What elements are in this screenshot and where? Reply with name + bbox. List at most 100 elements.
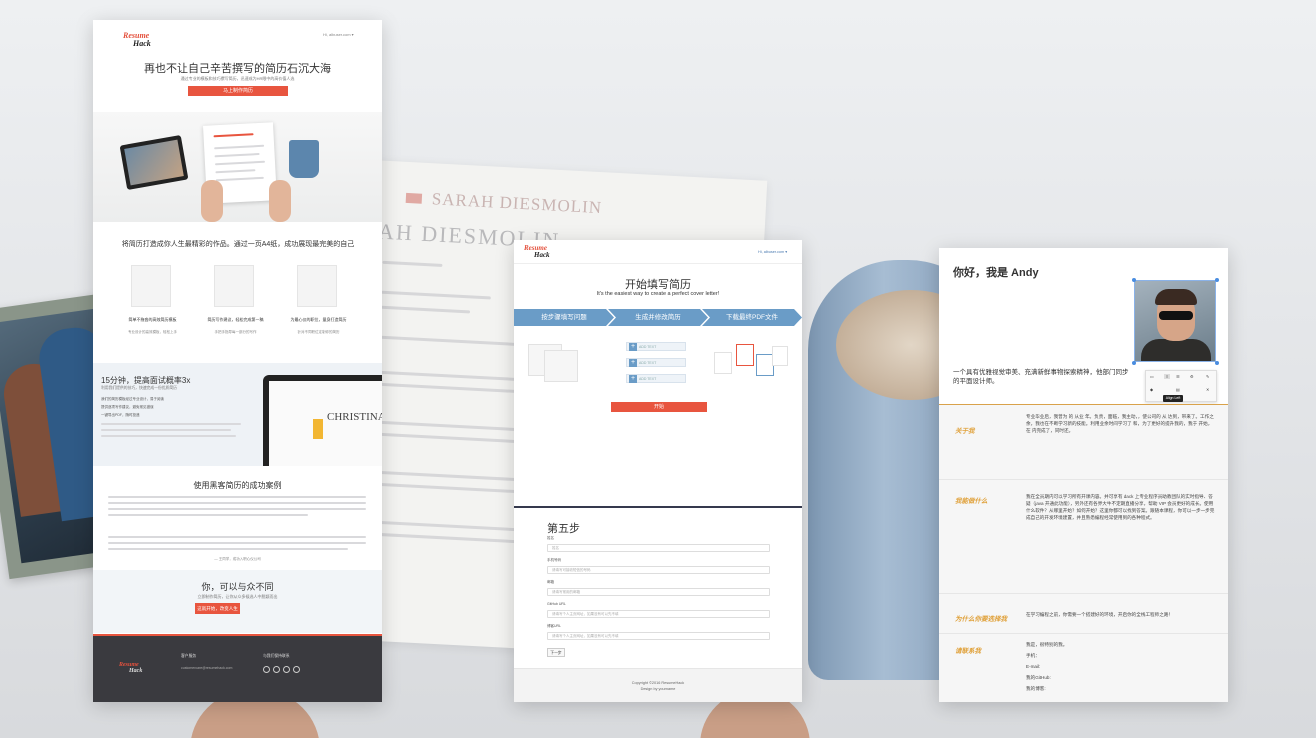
text-line [108, 496, 366, 498]
section-label-contact[interactable]: 请联系我 [955, 645, 981, 655]
hand-illustration [269, 180, 291, 222]
social-icon[interactable] [283, 666, 290, 673]
resize-handle[interactable] [1132, 278, 1136, 282]
paper-line [380, 305, 471, 314]
align-center-icon[interactable]: ☰ [1176, 374, 1180, 379]
resume-tagline[interactable]: 一个具有优雅视觉审美、充满新鲜事物探索精神，他部门同步 的平面设计师。 [953, 368, 1133, 386]
section-label-skills[interactable]: 我能做什么 [955, 495, 988, 505]
text-line [108, 536, 366, 538]
section-label-about[interactable]: 关于我 [955, 425, 975, 435]
text-line [108, 548, 348, 550]
speed-subtitle: 利用我们提供的技巧，快速完成一份优质简历 [101, 386, 177, 390]
crop-icon[interactable]: ▭ [1150, 374, 1154, 379]
landing-page-panel: Resume Hack Hi, albuser.com ▾ 再也不让自己辛苦撰写… [93, 20, 382, 702]
text-line [108, 508, 366, 510]
section-label-why-me[interactable]: 为什么你要选择我 [955, 613, 1007, 623]
speed-title: 15分钟，提高面试概率3x [101, 376, 191, 385]
text-line [101, 429, 231, 431]
builder-title: 开始填写简历 [625, 279, 691, 291]
pdf-file-icon [714, 352, 732, 374]
footer-logo[interactable]: Resume Hack [119, 662, 142, 674]
align-icon[interactable]: ▤ [1176, 387, 1180, 392]
paper-line [215, 176, 264, 182]
resume-builder-panel: Resume Hack Hi, albuser.com ▾ 开始填写简历 It'… [514, 240, 802, 702]
step5-title: 第五步 [547, 523, 580, 535]
contact-line[interactable]: 我是，很特别的我。 [1026, 641, 1216, 648]
align-tooltip: Align Left [1163, 395, 1183, 402]
hero-title: 再也不让自己辛苦撰写的简历石沉大海 [144, 63, 331, 75]
add-text-row: ADD TEXT [626, 342, 686, 351]
text-line [108, 514, 308, 516]
field-label-blog: 博客URL [547, 624, 562, 628]
github-url-field[interactable]: 请填写个人主页网址，如果没有可以先不填 [547, 610, 770, 618]
email-field[interactable]: 请填写常用的邮箱 [547, 588, 770, 596]
hero-subtitle: 通过专业的模板和技巧撰写简历，迅速成为HR眼中的高价值人选 [180, 76, 295, 81]
paper-line [382, 260, 443, 267]
success-quote: — 王同学，成功入职心仪公司 [214, 557, 261, 561]
settings-icon[interactable]: ◆ [1150, 387, 1153, 392]
blog-url-field[interactable]: 请填写个人主页网址，如果没有可以先不填 [547, 632, 770, 640]
resume-sections: 关于我 专业毕业后，我曾为 的 从业 年。负责，面临，我主动，，使公司的 从 达… [939, 404, 1228, 702]
align-left-icon[interactable]: ≡ [1164, 374, 1171, 379]
cta-section: 你，可以与众不同 立即制作简历，让你从众多候选人中脱颖而出 这就开始，改变人生 [93, 570, 382, 633]
step-3: 下载最终PDF文件 [702, 309, 802, 326]
resize-handle[interactable] [1215, 278, 1219, 282]
step5-form: 第五步 姓名 姓名 手机号码 请填写可接收短信的号码 邮箱 请填写常用的邮箱 G… [514, 506, 802, 668]
resize-handle[interactable] [1215, 361, 1219, 365]
paper-line [214, 160, 266, 166]
name-field[interactable]: 姓名 [547, 544, 770, 552]
laptop-resume-accent [313, 419, 323, 439]
site-logo[interactable]: Resume Hack [524, 245, 550, 259]
create-resume-button[interactable]: 马上制作简历 [188, 86, 288, 96]
feature-thumbnail [297, 265, 337, 307]
step-1: 按步骤填写问题 [514, 309, 614, 326]
user-menu[interactable]: Hi, albuser.com ▾ [323, 32, 354, 37]
cta-button[interactable]: 这就开始，改变人生 [195, 603, 240, 614]
success-cases-section: 使用黑客简历的成功案例 — 王同学，成功入职心仪公司 [93, 466, 382, 570]
footer-contact-title: 客户服务 [181, 654, 197, 658]
social-icon[interactable] [293, 666, 300, 673]
paper-line [214, 152, 260, 158]
footer-social-title: 与我们保持联系 [263, 654, 290, 658]
site-logo[interactable]: Resume Hack [123, 32, 151, 48]
cta-subtitle: 立即制作简历，让你从众多候选人中脱颖而出 [197, 594, 278, 599]
text-line [108, 542, 366, 544]
step-2: 生成并修改简历 [608, 309, 708, 326]
section-text-skills[interactable]: 我在全员期内可以学习所有开课内容。并可享有 dack 上专业程序员助教团队的实时… [1026, 493, 1216, 521]
feature-title: 简单不拖沓的高效简历模板 [128, 317, 177, 322]
social-icon[interactable] [273, 666, 280, 673]
feature-title: 为最心仪的职位，量身打造简历 [290, 317, 347, 322]
contact-line[interactable]: 我的GitHub: [1026, 674, 1216, 681]
resize-handle[interactable] [1132, 361, 1136, 365]
gear-icon[interactable]: ⚙ [1190, 374, 1194, 379]
resume-greeting[interactable]: 你好，我是 Andy [953, 264, 1039, 280]
phone-field[interactable]: 请填写可接收短信的号码 [547, 566, 770, 574]
next-button[interactable]: 下一步 [547, 648, 565, 657]
section-text-why-me[interactable]: 在学习编程之前，你需要一个搭建好的环境，开启你的全栈工程师之路！ [1026, 611, 1216, 618]
footer-contact-email[interactable]: customercare@resumehack.com [181, 666, 232, 670]
photo-jacket [1141, 339, 1211, 361]
paper-header: SARAH DIESMOLIN [405, 188, 602, 218]
add-text-row: ADD TEXT [626, 374, 686, 383]
contact-line[interactable]: 我的博客: [1026, 685, 1216, 692]
remove-icon[interactable]: ✕ [1206, 387, 1209, 392]
logo-text-sub: Hack [129, 668, 143, 674]
cta-title: 你，可以与众不同 [201, 582, 274, 592]
section-divider [939, 479, 1228, 480]
contact-line[interactable]: E-mail: [1026, 663, 1216, 670]
field-label-phone: 手机号码 [547, 558, 561, 562]
step-progress: 按步骤填写问题 生成并修改简历 下载最终PDF文件 [514, 309, 802, 326]
start-button[interactable]: 开始 [611, 402, 707, 412]
section-text-about[interactable]: 专业毕业后，我曾为 的 从业 年。负责，面临，我主动，，使公司的 从 达到，带来… [1026, 413, 1216, 434]
field-label-name: 姓名 [547, 536, 554, 540]
feature-thumbnail [214, 265, 254, 307]
profile-photo[interactable] [1134, 280, 1216, 362]
user-menu[interactable]: Hi, albuser.com ▾ [758, 249, 787, 254]
edit-icon[interactable]: ✎ [1206, 374, 1209, 379]
feature-desc: 专业设计的高效模板，轻松上手 [128, 330, 177, 334]
feature-desc: 手把手指导每一部分的写作 [214, 330, 257, 334]
social-icon[interactable] [263, 666, 270, 673]
field-label-email: 邮箱 [547, 580, 554, 584]
contact-line[interactable]: 手机： [1026, 652, 1216, 659]
feature-desc: 针对不同职位定制你的简历 [297, 330, 340, 334]
